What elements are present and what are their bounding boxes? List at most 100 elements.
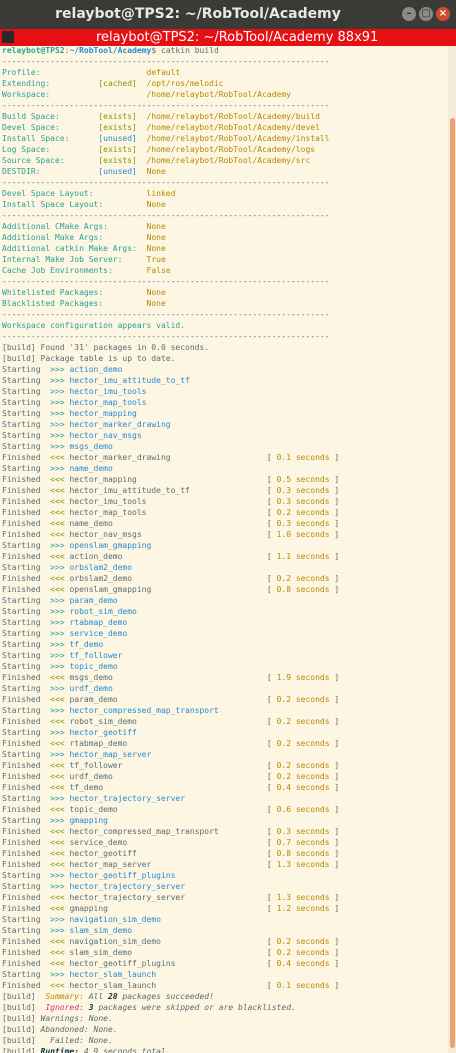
bracket: ]	[329, 827, 340, 836]
build-arrow: >>>	[50, 365, 70, 374]
terminal-tab[interactable]: relaybot@TPS2: ~/RobTool/Academy 88x91	[0, 29, 456, 46]
build-arrow: >>>	[50, 420, 70, 429]
config-row: Blacklisted Packages: None	[2, 298, 448, 309]
build-verb: Finished	[2, 827, 51, 836]
build-verb: Starting	[2, 915, 51, 924]
bracket: [	[266, 981, 277, 990]
bracket: [	[266, 739, 277, 748]
bracket: [	[266, 717, 277, 726]
config-status: [cached]	[98, 79, 137, 88]
build-log-row: Finished <<< msgs_demo [ 1.9 seconds ]	[2, 672, 448, 683]
separator: ----------------------------------------…	[2, 277, 330, 286]
seconds-word: seconds	[291, 827, 330, 836]
separator-line: ----------------------------------------…	[2, 210, 448, 221]
build-arrow: <<<	[50, 849, 70, 858]
build-verb: Starting	[2, 651, 51, 660]
window-titlebar[interactable]: relaybot@TPS2: ~/RobTool/Academy – □ ×	[0, 0, 456, 29]
build-time: 0.5	[276, 475, 292, 484]
build-verb: Starting	[2, 464, 51, 473]
build-log-row: Finished <<< tf_follower [ 0.2 seconds ]	[2, 760, 448, 771]
separator-line: ----------------------------------------…	[2, 309, 448, 320]
build-verb: Starting	[2, 816, 51, 825]
bracket: [	[266, 893, 277, 902]
config-value: /home/relaybot/RobTool/Academy/src	[146, 156, 311, 165]
table-message: Package table is up to date.	[40, 354, 176, 363]
package-name: hector_geotiff	[69, 849, 267, 858]
seconds-word: seconds	[291, 904, 330, 913]
summary-row: [build] Failed: None.	[2, 1035, 448, 1046]
build-verb: Finished	[2, 486, 51, 495]
build-log-row: Starting >>> tf_follower	[2, 650, 448, 661]
bracket: [	[266, 849, 277, 858]
package-name: hector_compressed_map_transport	[69, 827, 267, 836]
summary-row: [build] Ignored: 3 packages were skipped…	[2, 1002, 448, 1013]
build-log-row: Finished <<< hector_geotiff [ 0.8 second…	[2, 848, 448, 859]
seconds-word: seconds	[291, 739, 330, 748]
build-arrow: <<<	[50, 981, 70, 990]
build-verb: Starting	[2, 563, 51, 572]
build-verb: Starting	[2, 387, 51, 396]
package-name: param_demo	[69, 596, 118, 605]
config-row: Additional catkin Make Args: None	[2, 243, 448, 254]
build-arrow: <<<	[50, 948, 70, 957]
bracket: [	[266, 519, 277, 528]
package-name: hector_marker_drawing	[69, 420, 171, 429]
bracket: ]	[329, 475, 340, 484]
build-arrow: >>>	[50, 409, 70, 418]
seconds-word: seconds	[291, 695, 330, 704]
build-log-row: Starting >>> urdf_demo	[2, 683, 448, 694]
build-log-row: Starting >>> action_demo	[2, 364, 448, 375]
build-verb: Finished	[2, 772, 51, 781]
package-name: tf_demo	[69, 640, 104, 649]
build-log-row: Finished <<< name_demo [ 0.3 seconds ]	[2, 518, 448, 529]
seconds-word: seconds	[291, 772, 330, 781]
build-verb: Finished	[2, 739, 51, 748]
build-arrow: >>>	[50, 750, 70, 759]
build-log-row: Finished <<< topic_demo [ 0.6 seconds ]	[2, 804, 448, 815]
bracket: [	[266, 475, 277, 484]
build-verb: Starting	[2, 431, 51, 440]
build-time: 0.2	[276, 761, 292, 770]
config-status: [exists]	[98, 123, 137, 132]
build-time: 0.8	[276, 585, 292, 594]
package-name: robot_sim_demo	[69, 717, 267, 726]
build-log-row: Finished <<< hector_geotiff_plugins [ 0.…	[2, 958, 448, 969]
build-time: 0.4	[276, 959, 292, 968]
build-time: 0.2	[276, 739, 292, 748]
package-name: topic_demo	[69, 805, 267, 814]
build-verb: Finished	[2, 695, 51, 704]
separator: ----------------------------------------…	[2, 310, 330, 319]
build-log-row: Finished <<< hector_imu_tools [ 0.3 seco…	[2, 496, 448, 507]
scrollbar-thumb[interactable]	[450, 118, 455, 1048]
maximize-button[interactable]: □	[419, 7, 433, 21]
package-name: hector_nav_msgs	[69, 431, 142, 440]
seconds-word: seconds	[291, 552, 330, 561]
summary-row: [build] Warnings: None.	[2, 1013, 448, 1024]
build-log-row: Starting >>> openslam_gmapping	[2, 540, 448, 551]
build-verb: Starting	[2, 970, 51, 979]
minimize-button[interactable]: –	[402, 7, 416, 21]
build-verb: Finished	[2, 552, 51, 561]
package-name: navigation_sim_demo	[69, 915, 161, 924]
build-log-row: Starting >>> hector_marker_drawing	[2, 419, 448, 430]
summary-text: None.	[88, 1014, 113, 1023]
build-arrow: <<<	[50, 519, 70, 528]
bracket: ]	[329, 497, 340, 506]
build-time: 0.3	[276, 519, 292, 528]
package-name: hector_map_server	[69, 750, 152, 759]
build-log-row: Finished <<< hector_map_tools [ 0.2 seco…	[2, 507, 448, 518]
config-row: Install Space: [unused] /home/relaybot/R…	[2, 133, 448, 144]
config-row: Extending: [cached] /opt/ros/melodic	[2, 78, 448, 89]
build-verb: Starting	[2, 629, 51, 638]
bracket: [	[266, 959, 277, 968]
build-arrow: >>>	[50, 596, 70, 605]
build-verb: Starting	[2, 750, 51, 759]
config-row: Profile: default	[2, 67, 448, 78]
build-arrow: >>>	[50, 882, 70, 891]
terminal-output[interactable]: relaybot@TPS2:~/RobTool/Academy$ catkin …	[2, 45, 448, 1053]
close-button[interactable]: ×	[436, 7, 450, 21]
seconds-word: seconds	[291, 508, 330, 517]
